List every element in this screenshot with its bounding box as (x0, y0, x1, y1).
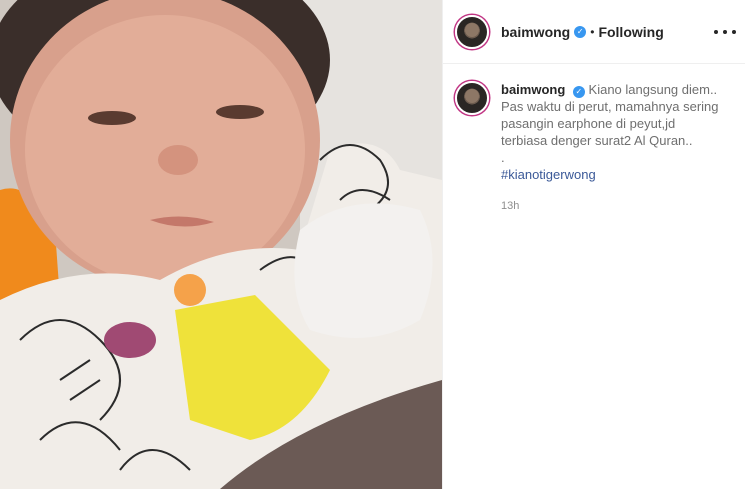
more-options-icon[interactable] (714, 22, 736, 42)
caption-body: baimwong ✓ Kiano langsung diem.. Pas wak… (501, 81, 731, 212)
post-timestamp[interactable]: 13h (501, 200, 731, 212)
caption-username[interactable]: baimwong (501, 82, 565, 97)
baby-photo (0, 0, 442, 489)
header-separator: • (590, 24, 595, 39)
caption-avatar[interactable] (455, 81, 489, 115)
more-dot-icon (732, 30, 736, 34)
header-username[interactable]: baimwong (501, 24, 570, 40)
caption-comment: baimwong ✓ Kiano langsung diem.. Pas wak… (455, 81, 735, 212)
more-dot-icon (714, 30, 718, 34)
following-button[interactable]: Following (598, 24, 663, 40)
hashtag-text[interactable]: #kianotigerwong (501, 167, 596, 182)
caption-line: . (501, 150, 505, 165)
caption-line: Pas waktu di perut, mamahnya sering (501, 99, 719, 114)
caption-text: baimwong ✓ Kiano langsung diem.. Pas wak… (501, 81, 731, 183)
caption-first-line: Kiano langsung diem.. (588, 82, 718, 97)
caption-line: pasangin earphone di peyut,jd (501, 116, 676, 131)
post-media[interactable] (0, 0, 442, 489)
post-sidebar: baimwong ✓ • Following baimwong ✓ Kiano … (442, 0, 745, 489)
instagram-post: baimwong ✓ • Following baimwong ✓ Kiano … (0, 0, 745, 489)
verified-badge-icon: ✓ (574, 25, 587, 38)
verified-badge-icon: ✓ (572, 85, 585, 98)
caption-line: terbiasa denger surat2 Al Quran.. (501, 133, 693, 148)
hashtag-link[interactable]: #kianotigerwong (501, 166, 731, 183)
post-header: baimwong ✓ • Following (443, 0, 745, 64)
more-dot-icon (723, 30, 727, 34)
avatar[interactable] (455, 14, 489, 49)
